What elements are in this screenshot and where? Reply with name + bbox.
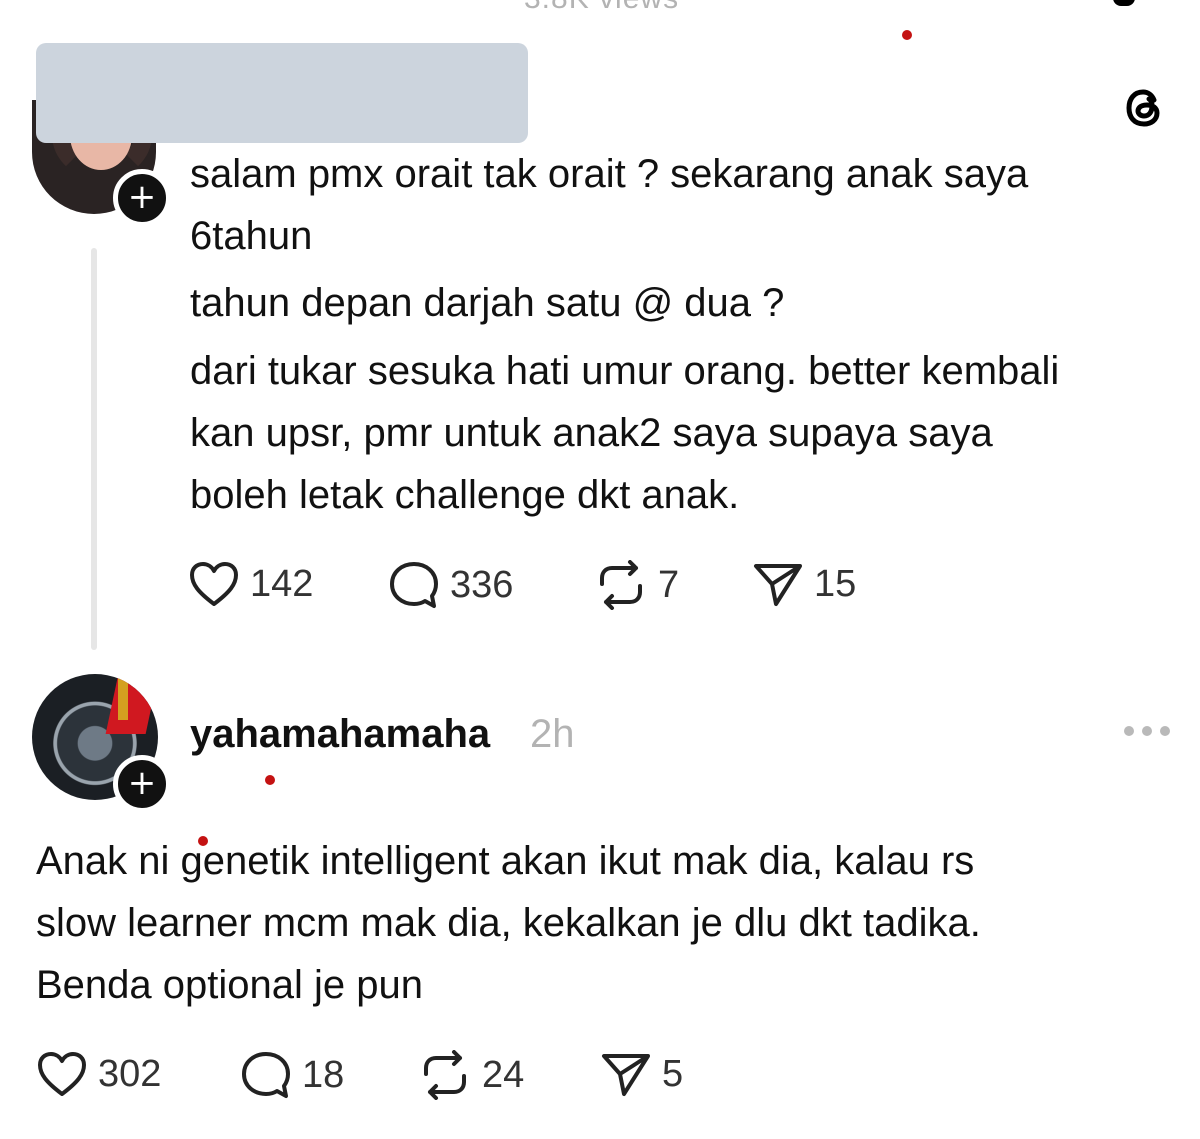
share-count: 15: [814, 562, 857, 605]
heart-icon: [38, 1052, 86, 1096]
repost-button[interactable]: 7: [594, 560, 679, 610]
follow-plus-icon[interactable]: +: [113, 169, 171, 227]
paper-plane-icon: [602, 1054, 650, 1096]
threads-logo-icon[interactable]: [1120, 84, 1168, 132]
post-text-line: Benda optional je pun: [36, 963, 423, 1007]
like-count: 302: [98, 1052, 162, 1095]
decorative-red-dot: [902, 30, 912, 40]
like-button[interactable]: 142: [188, 560, 313, 608]
reply-button[interactable]: 18: [240, 1050, 344, 1100]
post-text-line: dari tukar sesuka hati umur orang. bette…: [190, 349, 1060, 393]
follow-plus-icon[interactable]: +: [113, 755, 171, 813]
views-count: 3.8K views: [524, 0, 679, 16]
post-text-line: 6tahun: [190, 214, 313, 258]
thread-connector-line: [91, 248, 97, 650]
post-text-line: salam pmx orait tak orait ? sekarang ana…: [190, 152, 1029, 196]
post-time: 2h: [530, 712, 575, 756]
post-text-line: boleh letak challenge dkt anak.: [190, 473, 740, 517]
reply-count: 336: [450, 563, 514, 606]
paper-plane-icon: [754, 564, 802, 606]
reply-count: 18: [302, 1053, 345, 1096]
repost-icon: [600, 560, 642, 610]
post-text-line: slow learner mcm mak dia, kekalkan je dl…: [36, 901, 981, 945]
status-dot: [1113, 0, 1135, 6]
like-button[interactable]: 302: [36, 1050, 161, 1098]
heart-icon: [190, 562, 238, 606]
share-button[interactable]: 5: [600, 1050, 683, 1098]
share-count: 5: [662, 1052, 684, 1095]
decorative-red-dot: [265, 775, 275, 785]
reply-button[interactable]: 336: [388, 560, 513, 610]
repost-count: 7: [658, 563, 680, 606]
post-text-line: tahun depan darjah satu @ dua ?: [190, 281, 785, 325]
repost-count: 24: [482, 1053, 525, 1096]
repost-icon: [424, 1050, 466, 1100]
share-button[interactable]: 15: [752, 560, 856, 608]
username[interactable]: yahamahamaha: [190, 712, 490, 757]
post-text-line: Anak ni genetik intelligent akan ikut ma…: [36, 839, 975, 883]
post-text-line: kan upsr, pmr untuk anak2 saya supaya sa…: [190, 411, 993, 455]
speech-bubble-icon: [390, 562, 438, 608]
more-dots-icon[interactable]: [1124, 726, 1174, 746]
redacted-author-block: [36, 43, 528, 143]
speech-bubble-icon: [242, 1052, 290, 1098]
like-count: 142: [250, 562, 314, 605]
repost-button[interactable]: 24: [418, 1050, 524, 1100]
